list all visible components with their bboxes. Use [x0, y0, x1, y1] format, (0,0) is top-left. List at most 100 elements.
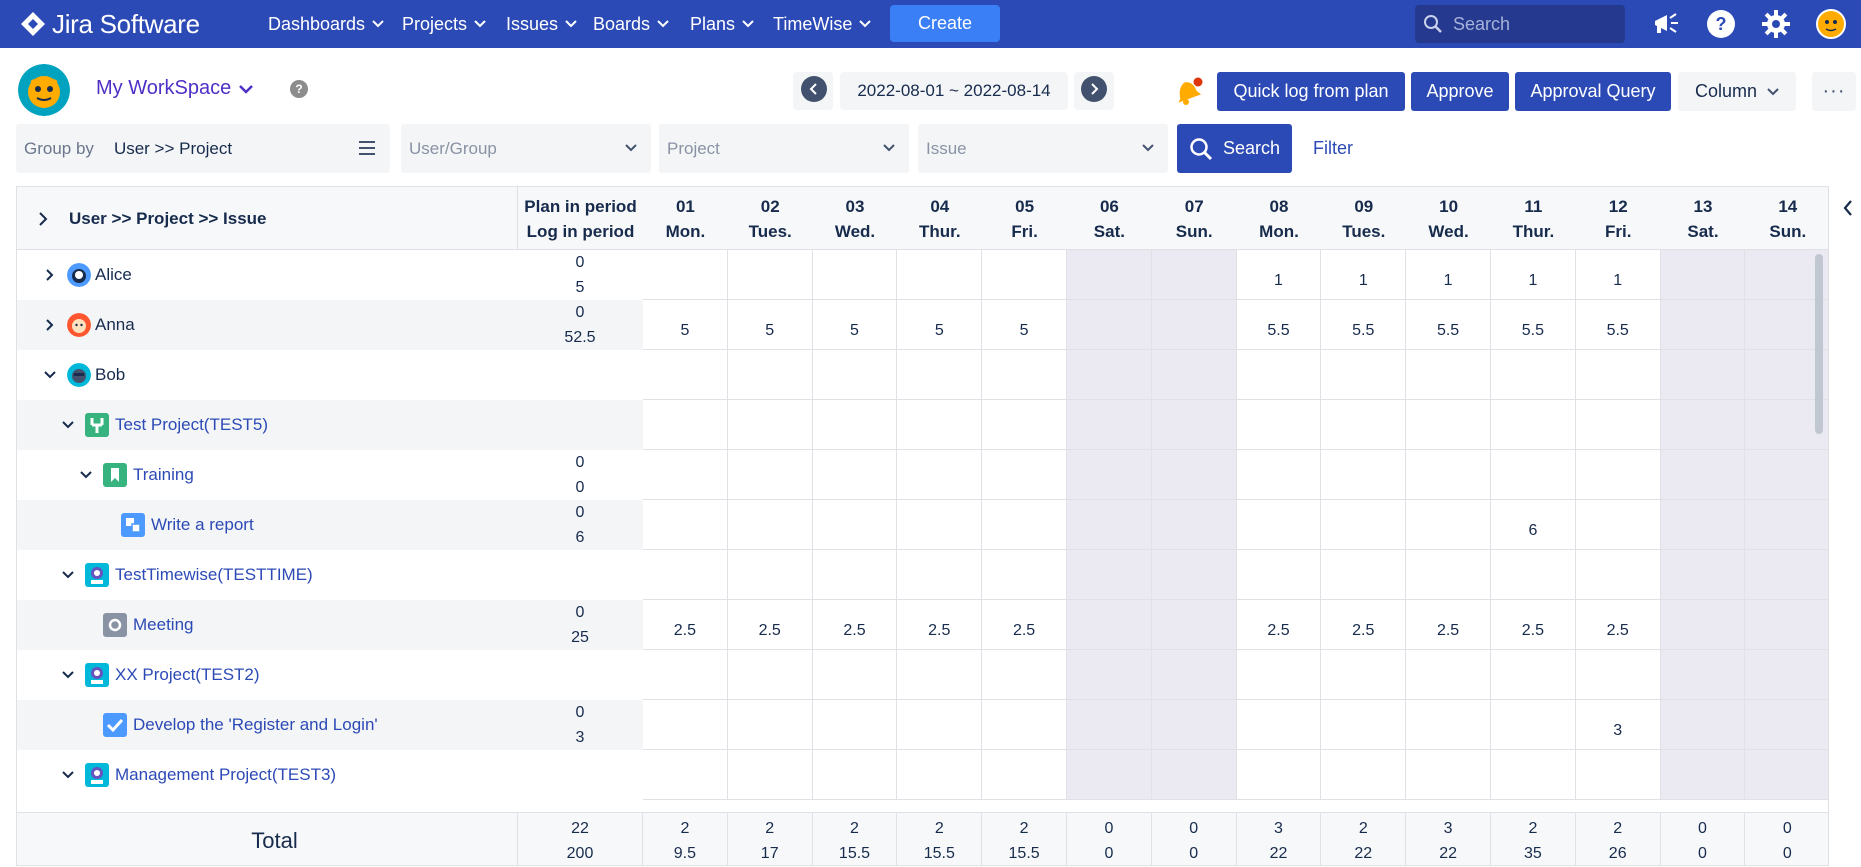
day-cell[interactable]	[1660, 450, 1746, 500]
day-cell[interactable]	[982, 450, 1067, 500]
day-cell[interactable]	[1236, 650, 1322, 700]
day-cell[interactable]	[1491, 350, 1576, 400]
day-cell[interactable]	[1491, 700, 1576, 750]
nav-plans[interactable]: Plans	[690, 12, 754, 36]
day-cell[interactable]: 2.5	[1236, 600, 1322, 650]
day-cell[interactable]: 5.5	[1321, 300, 1407, 350]
day-cell[interactable]	[982, 250, 1067, 300]
day-cell[interactable]	[643, 550, 728, 600]
day-cell[interactable]	[1660, 650, 1746, 700]
day-cell[interactable]	[1660, 600, 1746, 650]
day-cell[interactable]	[1660, 750, 1746, 800]
day-cell[interactable]	[727, 750, 813, 800]
day-cell[interactable]	[897, 650, 983, 700]
day-cell[interactable]	[812, 400, 898, 450]
column-dropdown[interactable]: Column	[1678, 72, 1796, 111]
day-cell[interactable]	[982, 750, 1067, 800]
issue-name[interactable]: Meeting	[133, 615, 193, 635]
chevron-down-icon[interactable]	[61, 668, 75, 682]
day-cell[interactable]	[1321, 400, 1407, 450]
day-cell[interactable]	[1575, 400, 1661, 450]
day-cell[interactable]	[1575, 350, 1661, 400]
day-cell[interactable]	[812, 650, 898, 700]
issue-name[interactable]: Write a report	[151, 515, 254, 535]
expand-toggle[interactable]	[57, 764, 79, 786]
day-cell[interactable]	[1660, 300, 1746, 350]
help-icon[interactable]: ?	[1705, 8, 1737, 40]
day-cell[interactable]	[1321, 350, 1407, 400]
day-cell[interactable]	[1491, 750, 1576, 800]
day-cell[interactable]: 5	[897, 300, 983, 350]
day-cell[interactable]: 1	[1321, 250, 1407, 300]
day-cell[interactable]	[1067, 450, 1152, 500]
chevron-down-icon[interactable]	[43, 368, 57, 382]
day-cell[interactable]	[1236, 700, 1322, 750]
day-cell[interactable]	[1491, 450, 1576, 500]
day-cell[interactable]	[1491, 550, 1576, 600]
day-cell[interactable]	[1406, 400, 1491, 450]
day-cell[interactable]	[1067, 650, 1152, 700]
day-cell[interactable]: 1	[1236, 250, 1322, 300]
day-cell[interactable]: 2.5	[727, 600, 813, 650]
day-cell[interactable]	[727, 350, 813, 400]
quick-log-from-plan-button[interactable]: Quick log from plan	[1217, 72, 1405, 111]
day-cell[interactable]	[982, 400, 1067, 450]
jira-logo[interactable]: Jira Software	[20, 8, 200, 40]
day-cell[interactable]	[1151, 400, 1237, 450]
group-by-select[interactable]: Group by User >> Project	[16, 124, 390, 173]
day-cell[interactable]	[1660, 250, 1746, 300]
expand-toggle[interactable]	[39, 314, 61, 336]
day-cell[interactable]	[1660, 500, 1746, 550]
day-cell[interactable]	[1067, 500, 1152, 550]
day-cell[interactable]	[727, 250, 813, 300]
next-period-button[interactable]	[1081, 76, 1107, 102]
day-cell[interactable]	[812, 250, 898, 300]
day-cell[interactable]	[1321, 550, 1407, 600]
day-cell[interactable]: 2.5	[982, 600, 1067, 650]
day-cell[interactable]	[1321, 650, 1407, 700]
day-cell[interactable]	[1151, 450, 1237, 500]
day-cell[interactable]	[1236, 550, 1322, 600]
day-cell[interactable]	[1067, 700, 1152, 750]
settings-gear-icon[interactable]	[1760, 8, 1792, 40]
day-cell[interactable]	[1406, 450, 1491, 500]
day-cell[interactable]: 5	[812, 300, 898, 350]
expand-toggle[interactable]	[39, 264, 61, 286]
day-cell[interactable]	[1321, 450, 1407, 500]
day-cell[interactable]	[643, 750, 728, 800]
day-cell[interactable]	[1660, 350, 1746, 400]
tree-column-header[interactable]: User >> Project >> Issue	[17, 187, 517, 250]
day-cell[interactable]	[1321, 500, 1407, 550]
issue-name[interactable]: Training	[133, 465, 194, 485]
nav-dashboards[interactable]: Dashboards	[268, 12, 384, 36]
reminder-bell-icon[interactable]	[1170, 74, 1204, 108]
day-cell[interactable]	[1321, 750, 1407, 800]
day-cell[interactable]	[812, 550, 898, 600]
day-cell[interactable]	[1660, 700, 1746, 750]
chevron-down-icon[interactable]	[61, 418, 75, 432]
filter-link[interactable]: Filter	[1313, 138, 1353, 159]
day-cell[interactable]: 1	[1406, 250, 1491, 300]
day-cell[interactable]	[812, 450, 898, 500]
day-cell[interactable]	[643, 450, 728, 500]
day-cell[interactable]	[812, 700, 898, 750]
day-cell[interactable]	[1067, 600, 1152, 650]
day-cell[interactable]: 5.5	[1575, 300, 1661, 350]
day-cell[interactable]: 2.5	[812, 600, 898, 650]
chevron-right-icon[interactable]	[43, 318, 57, 332]
day-cell[interactable]	[643, 700, 728, 750]
approve-button[interactable]: Approve	[1411, 72, 1509, 111]
day-cell[interactable]	[727, 650, 813, 700]
day-cell[interactable]	[1406, 750, 1491, 800]
global-search-input[interactable]	[1453, 13, 1613, 35]
side-panel-toggle[interactable]	[1838, 196, 1858, 220]
global-search[interactable]	[1415, 5, 1625, 43]
day-cell[interactable]	[897, 500, 983, 550]
day-cell[interactable]: 5	[643, 300, 728, 350]
day-cell[interactable]	[982, 700, 1067, 750]
day-cell[interactable]	[643, 350, 728, 400]
chevron-down-icon[interactable]	[61, 768, 75, 782]
day-cell[interactable]	[1151, 300, 1237, 350]
approval-query-button[interactable]: Approval Query	[1515, 72, 1671, 111]
day-cell[interactable]: 2.5	[643, 600, 728, 650]
